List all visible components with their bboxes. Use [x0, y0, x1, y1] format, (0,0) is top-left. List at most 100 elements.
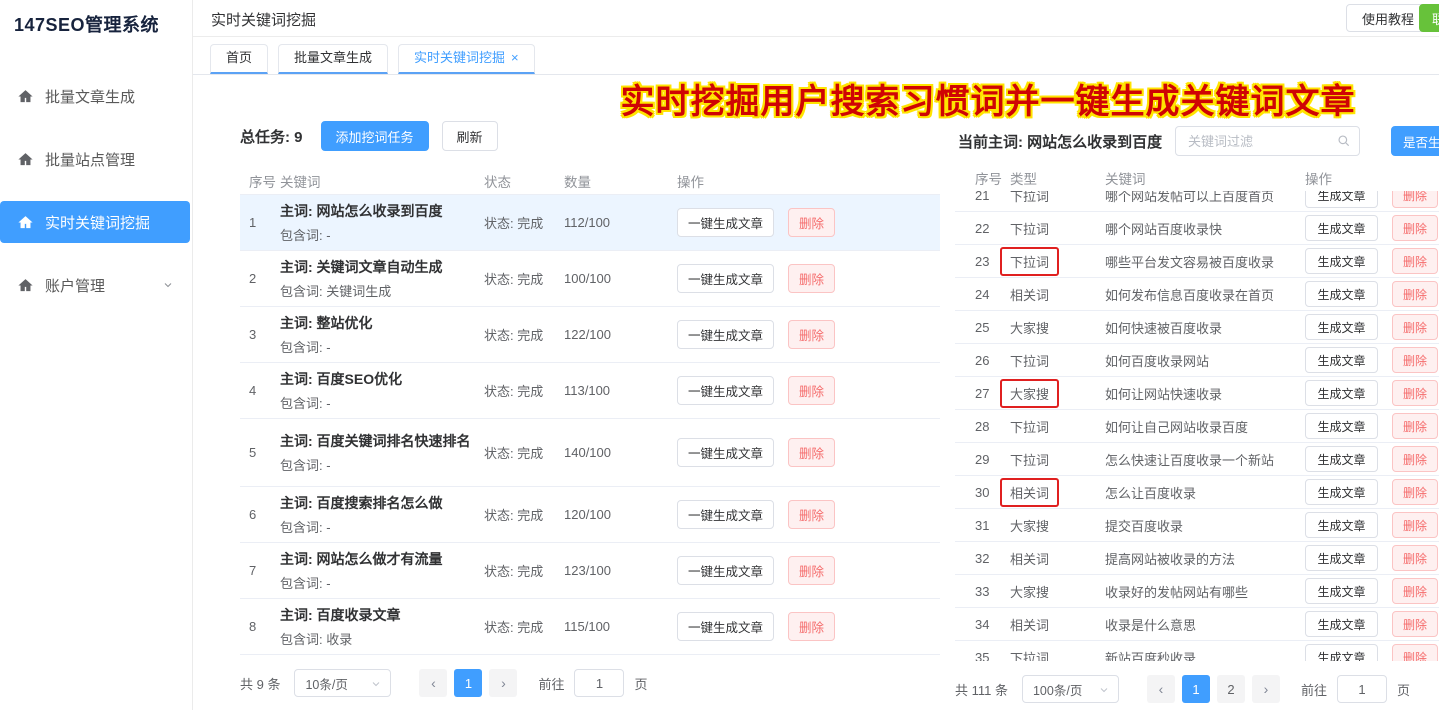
generate-article-button[interactable]: 生成文章	[1305, 314, 1378, 340]
delete-button[interactable]: 删除	[1392, 314, 1438, 340]
generate-article-button[interactable]: 生成文章	[1305, 380, 1378, 406]
delete-button[interactable]: 删除	[1392, 611, 1438, 637]
task-status: 状态: 完成	[484, 505, 564, 524]
generate-article-button[interactable]: 一键生成文章	[677, 612, 774, 641]
prev-page-button[interactable]: ‹	[419, 669, 447, 697]
next-page-button[interactable]: ›	[1252, 675, 1280, 703]
task-count: 100/100	[564, 271, 677, 286]
delete-button[interactable]: 删除	[788, 376, 835, 405]
delete-button[interactable]: 删除	[788, 264, 835, 293]
generate-article-button[interactable]: 生成文章	[1305, 578, 1378, 604]
row-index: 5	[240, 445, 280, 460]
generate-article-button[interactable]: 一键生成文章	[677, 438, 774, 467]
keywords-panel: 当前主词: 网站怎么收录到百度 是否生成全 序号 类型 关键词 操作 21 下拉…	[955, 126, 1439, 703]
keyword-type-highlighted: 相关词	[1000, 478, 1059, 507]
sidebar-item-realtime-keyword[interactable]: 实时关键词挖掘	[0, 201, 190, 243]
generate-toggle-button[interactable]: 是否生成全	[1391, 126, 1439, 156]
tab-batch-article[interactable]: 批量文章生成	[278, 44, 388, 74]
row-index: 6	[240, 507, 280, 522]
generate-article-button[interactable]: 生成文章	[1305, 191, 1378, 208]
task-row: 1 主词: 网站怎么收录到百度 包含词: - 状态: 完成 112/100 一键…	[240, 195, 940, 251]
contact-button[interactable]: 联	[1419, 4, 1439, 32]
delete-button[interactable]: 删除	[1392, 380, 1438, 406]
generate-article-button[interactable]: 生成文章	[1305, 215, 1378, 241]
delete-button[interactable]: 删除	[1392, 281, 1438, 307]
keyword-filter-input[interactable]	[1175, 126, 1360, 156]
delete-button[interactable]: 删除	[1392, 215, 1438, 241]
delete-button[interactable]: 删除	[1392, 191, 1438, 208]
sidebar: 147SEO管理系统 批量文章生成 批量站点管理 实时关键词挖掘 账户管理	[0, 0, 193, 710]
keyword-text: 怎么快速让百度收录一个新站	[1105, 450, 1305, 469]
delete-button[interactable]: 删除	[788, 208, 835, 237]
keyword-row: 26 下拉词 如何百度收录网站 生成文章 删除	[955, 344, 1439, 377]
delete-button[interactable]: 删除	[788, 556, 835, 585]
page-number-button[interactable]: 2	[1217, 675, 1245, 703]
delete-button[interactable]: 删除	[1392, 347, 1438, 373]
generate-article-button[interactable]: 生成文章	[1305, 446, 1378, 472]
keyword-type: 相关词	[1010, 615, 1049, 634]
keyword-row: 27 大家搜 如何让网站快速收录 生成文章 删除	[955, 377, 1439, 410]
task-row: 2 主词: 关键词文章自动生成 包含词: 关键词生成 状态: 完成 100/10…	[240, 251, 940, 307]
sidebar-item-batch-site[interactable]: 批量站点管理	[0, 138, 190, 180]
row-index: 28	[955, 419, 1010, 434]
next-page-button[interactable]: ›	[489, 669, 517, 697]
delete-button[interactable]: 删除	[1392, 413, 1438, 439]
task-main-keyword: 主词: 整站优化	[280, 314, 484, 333]
sidebar-item-label: 账户管理	[45, 275, 105, 296]
goto-page-input[interactable]	[574, 669, 624, 697]
delete-button[interactable]: 删除	[788, 612, 835, 641]
page-size-select[interactable]: 10条/页	[294, 669, 391, 697]
tasks-panel: 总任务: 9 添加挖词任务 刷新 序号 关键词 状态 数量 操作 1 主词: 网…	[240, 121, 940, 697]
generate-article-button[interactable]: 生成文章	[1305, 644, 1378, 661]
page-size-select[interactable]: 100条/页	[1022, 675, 1119, 703]
tasks-table-body: 1 主词: 网站怎么收录到百度 包含词: - 状态: 完成 112/100 一键…	[240, 195, 940, 655]
generate-article-button[interactable]: 生成文章	[1305, 347, 1378, 373]
delete-button[interactable]: 删除	[788, 320, 835, 349]
keyword-type: 下拉词	[1010, 417, 1049, 436]
prev-page-button[interactable]: ‹	[1147, 675, 1175, 703]
generate-article-button[interactable]: 一键生成文章	[677, 320, 774, 349]
delete-button[interactable]: 删除	[1392, 644, 1438, 661]
tutorial-button[interactable]: 使用教程	[1346, 4, 1430, 32]
keyword-filter	[1175, 126, 1360, 156]
generate-article-button[interactable]: 一键生成文章	[677, 556, 774, 585]
delete-button[interactable]: 删除	[788, 500, 835, 529]
keyword-row: 28 下拉词 如何让自己网站收录百度 生成文章 删除	[955, 410, 1439, 443]
tab-home[interactable]: 首页	[210, 44, 268, 74]
delete-button[interactable]: 删除	[1392, 248, 1438, 274]
row-index: 21	[955, 191, 1010, 203]
delete-button[interactable]: 删除	[1392, 479, 1438, 505]
delete-button[interactable]: 删除	[788, 438, 835, 467]
generate-article-button[interactable]: 生成文章	[1305, 281, 1378, 307]
task-count: 123/100	[564, 563, 677, 578]
sidebar-item-batch-article[interactable]: 批量文章生成	[0, 75, 190, 117]
goto-page-input[interactable]	[1337, 675, 1387, 703]
page-number-button[interactable]: 1	[454, 669, 482, 697]
generate-article-button[interactable]: 生成文章	[1305, 611, 1378, 637]
generate-article-button[interactable]: 生成文章	[1305, 512, 1378, 538]
sidebar-item-account[interactable]: 账户管理	[0, 264, 190, 306]
generate-article-button[interactable]: 一键生成文章	[677, 208, 774, 237]
generate-article-button[interactable]: 生成文章	[1305, 413, 1378, 439]
row-index: 24	[955, 287, 1010, 302]
generate-article-button[interactable]: 生成文章	[1305, 248, 1378, 274]
generate-article-button[interactable]: 生成文章	[1305, 479, 1378, 505]
task-count: 122/100	[564, 327, 677, 342]
tab-realtime-keyword[interactable]: 实时关键词挖掘×	[398, 44, 535, 74]
delete-button[interactable]: 删除	[1392, 446, 1438, 472]
task-status: 状态: 完成	[484, 443, 564, 462]
page-number-button[interactable]: 1	[1182, 675, 1210, 703]
generate-article-button[interactable]: 生成文章	[1305, 545, 1378, 571]
keyword-text: 哪个网站百度收录快	[1105, 219, 1305, 238]
task-status: 状态: 完成	[484, 561, 564, 580]
delete-button[interactable]: 删除	[1392, 578, 1438, 604]
page-title: 实时关键词挖掘	[211, 9, 316, 30]
delete-button[interactable]: 删除	[1392, 512, 1438, 538]
generate-article-button[interactable]: 一键生成文章	[677, 376, 774, 405]
generate-article-button[interactable]: 一键生成文章	[677, 500, 774, 529]
generate-article-button[interactable]: 一键生成文章	[677, 264, 774, 293]
delete-button[interactable]: 删除	[1392, 545, 1438, 571]
add-task-button[interactable]: 添加挖词任务	[321, 121, 429, 151]
close-icon[interactable]: ×	[511, 50, 519, 65]
refresh-button[interactable]: 刷新	[442, 121, 498, 151]
